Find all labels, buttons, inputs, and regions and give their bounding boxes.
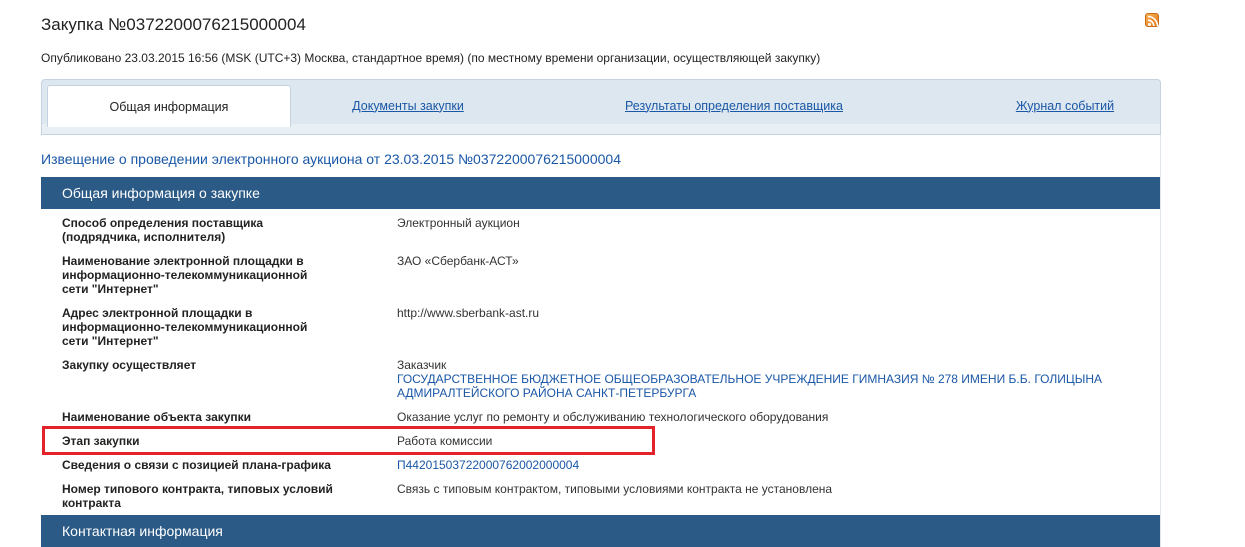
section-general-info-header[interactable]: Общая информация о закупке: [41, 177, 1160, 209]
tab-general-info[interactable]: Общая информация: [47, 85, 291, 127]
section-contact-info-header[interactable]: Контактная информация: [41, 515, 1160, 547]
published-date: Опубликовано 23.03.2015 16:56 (MSK (UTC+…: [41, 51, 821, 65]
tab-event-journal[interactable]: Журнал событий: [980, 85, 1150, 126]
row-value-standard-contract: Связь с типовым контрактом, типовыми усл…: [397, 482, 833, 496]
highlight-annotation: [42, 426, 655, 455]
row-value-schedule-position: П44201503722000762002000004: [397, 458, 579, 472]
row-label-standard-contract: Номер типового контракта, типовых услови…: [62, 482, 333, 510]
row-label-platform-address: Адрес электронной площадки в информацион…: [62, 306, 308, 348]
page-title: Закупка №0372200076215000004: [41, 15, 306, 34]
row-label-platform-name: Наименование электронной площадки в инфо…: [62, 254, 308, 296]
tab-supplier-results[interactable]: Результаты определения поставщика: [582, 85, 886, 126]
notice-link[interactable]: Извещение о проведении электронного аукц…: [41, 151, 621, 167]
tabs-bar: Общая информация Документы закупки Резул…: [41, 79, 1161, 135]
row-value-supplier-method: Электронный аукцион: [397, 216, 520, 230]
row-value-platform-address: http://www.sberbank-ast.ru: [397, 306, 540, 320]
schedule-position-link[interactable]: П44201503722000762002000004: [397, 458, 579, 472]
procurer-org-link[interactable]: ГОСУДАРСТВЕННОЕ БЮДЖЕТНОЕ ОБЩЕОБРАЗОВАТЕ…: [397, 372, 1102, 400]
rss-feed-icon[interactable]: [1145, 13, 1159, 27]
tab-documents[interactable]: Документы закупки: [308, 85, 508, 126]
row-label-procurer: Закупку осуществляет: [62, 358, 197, 372]
row-label-procurement-object: Наименование объекта закупки: [62, 410, 252, 424]
row-label-supplier-method: Способ определения поставщика (подрядчик…: [62, 216, 264, 244]
procurer-role: Заказчик: [397, 358, 447, 372]
row-value-procurer: Заказчик ГОСУДАРСТВЕННОЕ БЮДЖЕТНОЕ ОБЩЕО…: [397, 358, 1102, 400]
row-value-platform-name: ЗАО «Сбербанк-АСТ»: [397, 254, 519, 268]
row-value-procurement-object: Оказание услуг по ремонту и обслуживанию…: [397, 410, 829, 424]
row-label-schedule-position: Сведения о связи с позицией плана-график…: [62, 458, 331, 472]
